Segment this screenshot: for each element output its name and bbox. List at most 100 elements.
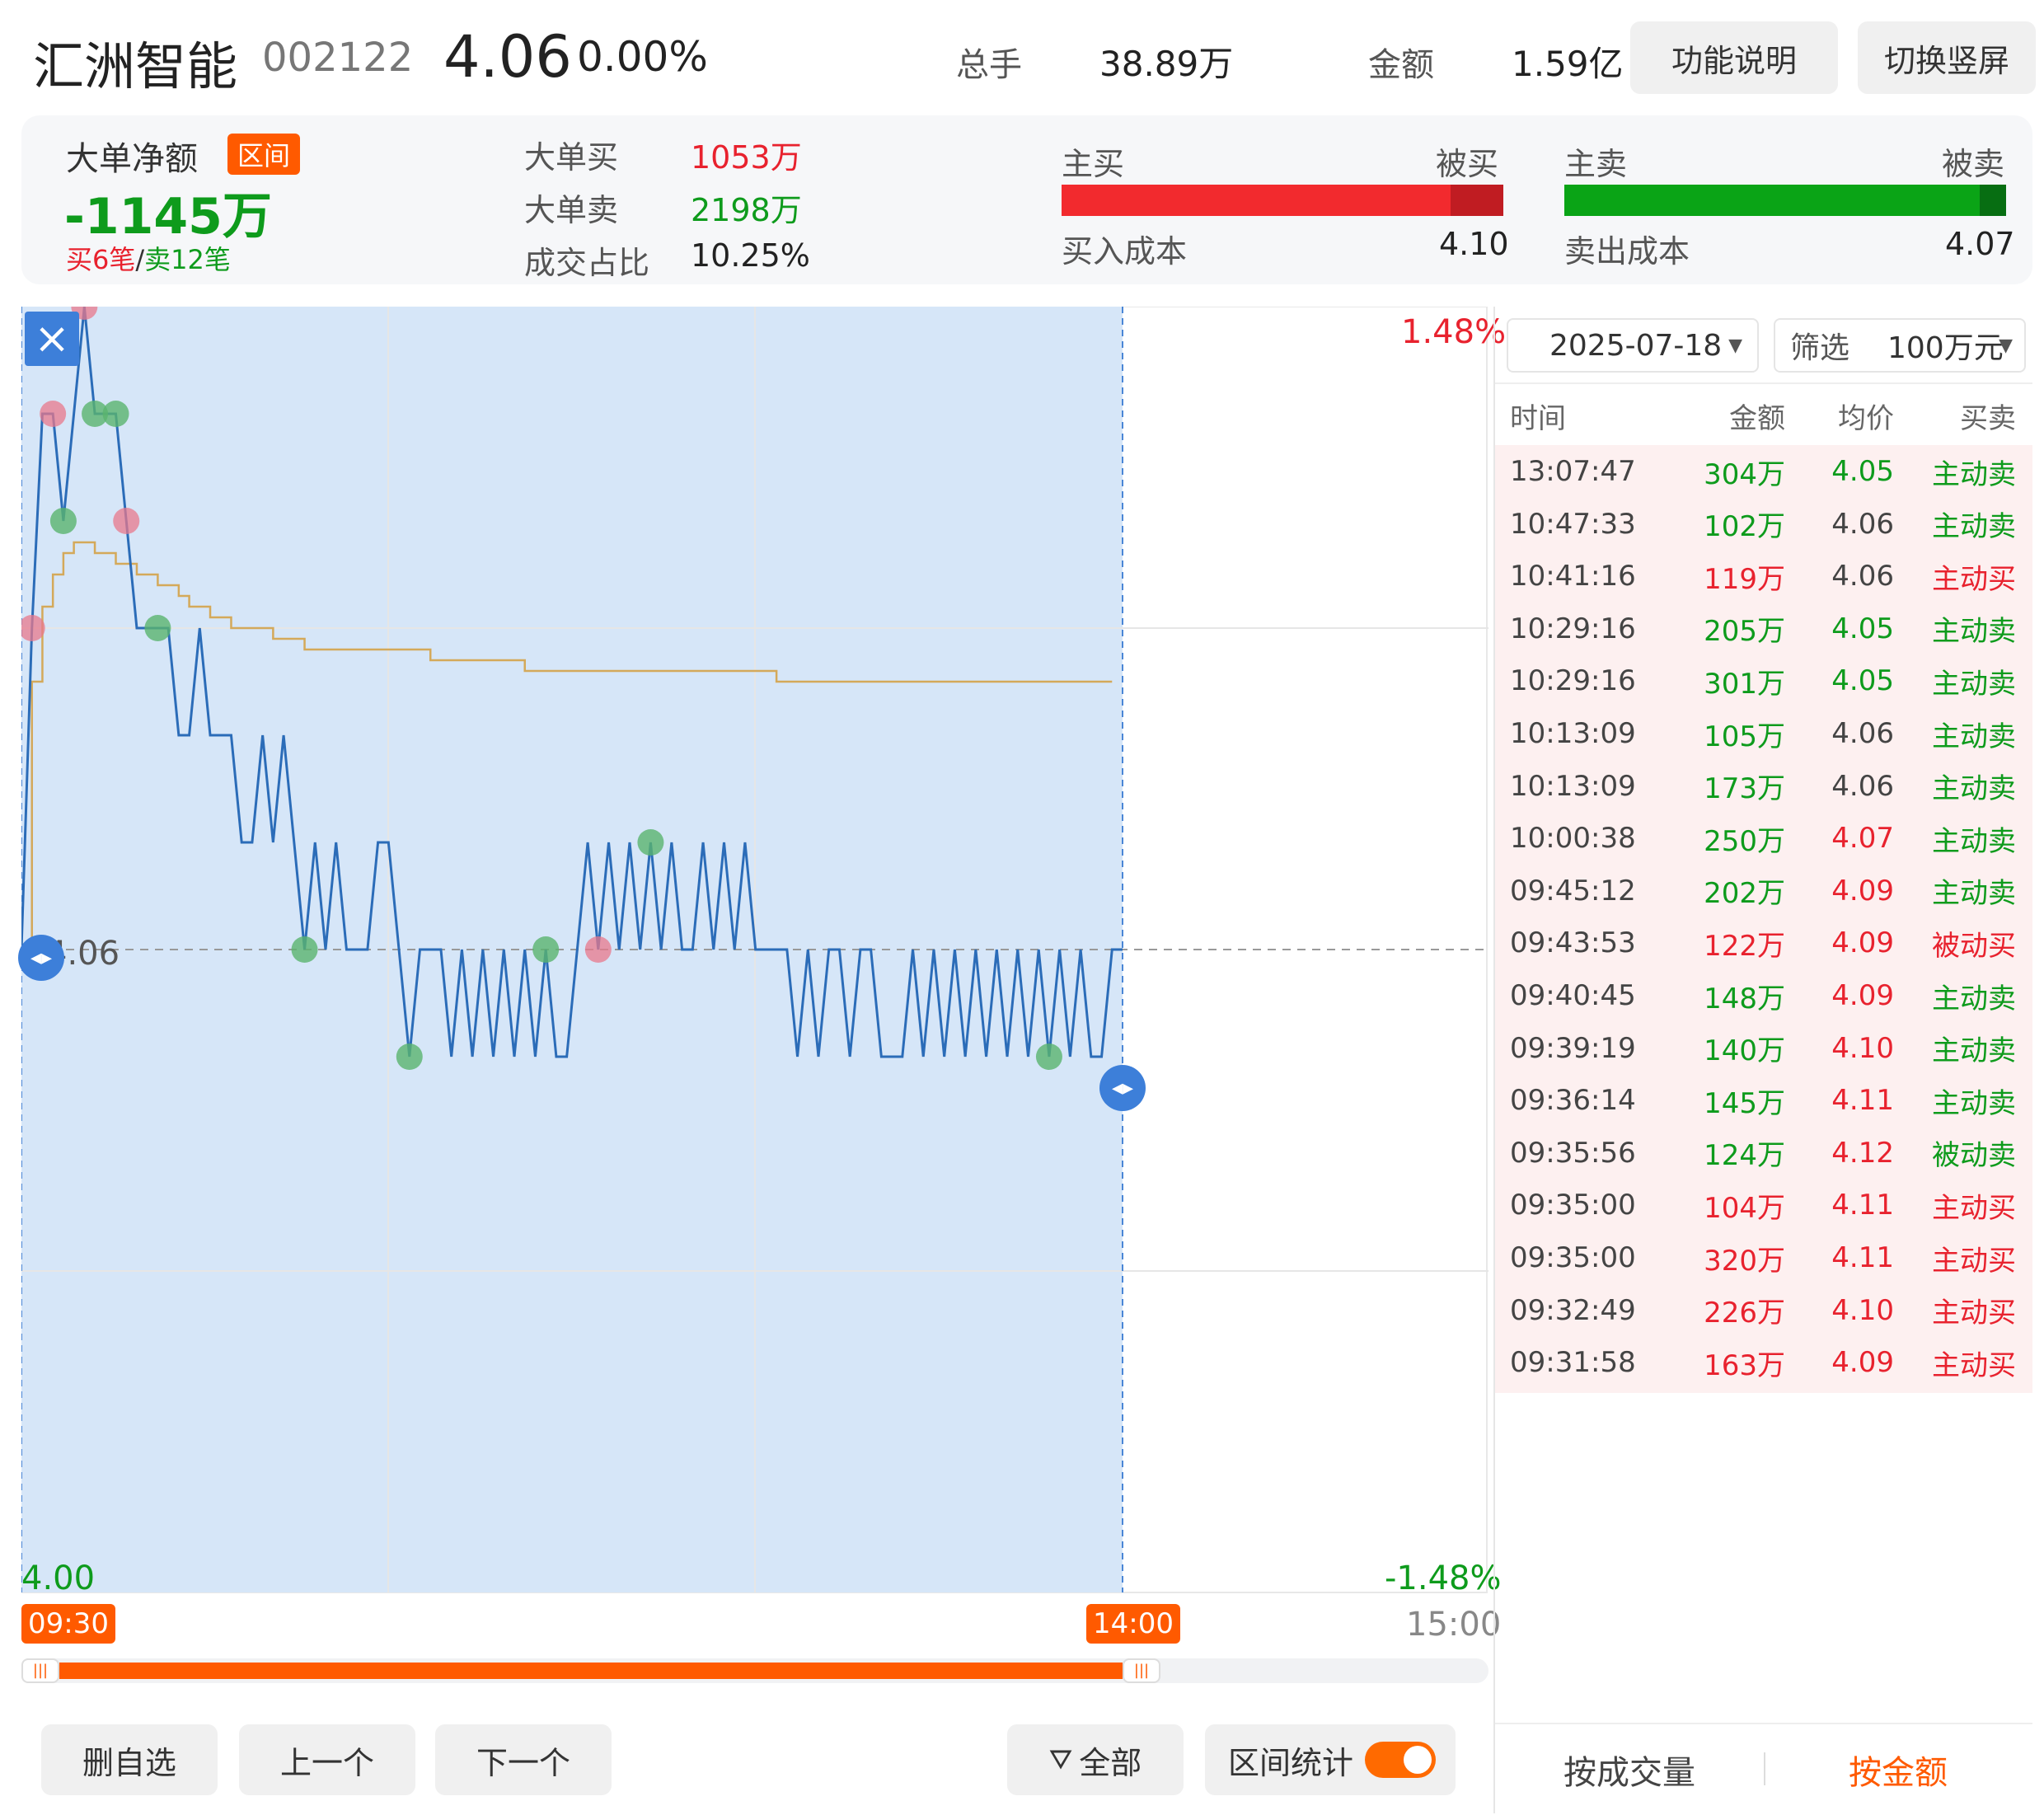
time-start-label: 09:30 bbox=[21, 1604, 115, 1644]
trade-amount: 102万 bbox=[1704, 510, 1785, 544]
buy-trade-marker bbox=[584, 936, 612, 963]
trade-row[interactable]: 10:00:38 250万 4.07 主动卖 bbox=[1495, 812, 2032, 865]
amount-filter-select[interactable]: 筛选 100万元 ▼ bbox=[1774, 318, 2026, 373]
trade-amount: 124万 bbox=[1704, 1139, 1785, 1173]
stats-panel: 大单净额 区间 -1145万 买6笔/卖12笔 大单买 1053万 大单卖 21… bbox=[21, 115, 2032, 284]
remove-watchlist-button[interactable]: 删自选 bbox=[41, 1724, 218, 1795]
passive-sell-label: 被卖 bbox=[1942, 146, 2005, 182]
trade-amount: 320万 bbox=[1704, 1244, 1785, 1278]
trade-amount: 163万 bbox=[1704, 1348, 1785, 1382]
trade-time: 09:31:58 bbox=[1510, 1346, 1636, 1380]
trade-avg-price: 4.11 bbox=[1831, 1084, 1894, 1118]
trade-avg-price: 4.06 bbox=[1831, 507, 1894, 541]
intraday-chart[interactable]: × 1.48% 4.06 4.00 -1.48% ◂▸ ◂▸ bbox=[18, 307, 1506, 1601]
tab-by-volume[interactable]: 按成交量 bbox=[1495, 1724, 1764, 1815]
right-range-handle-icon[interactable]: ◂▸ bbox=[1099, 1065, 1146, 1111]
trade-avg-price: 4.06 bbox=[1831, 717, 1894, 750]
net-amount-value: -1145万 bbox=[64, 188, 272, 246]
help-button[interactable]: 功能说明 bbox=[1630, 21, 1838, 94]
date-select[interactable]: 2025-07-18 ▼ bbox=[1507, 318, 1759, 373]
trade-avg-price: 4.11 bbox=[1831, 1241, 1894, 1274]
next-stock-button[interactable]: 下一个 bbox=[435, 1724, 612, 1795]
filter-value: 100万元 bbox=[1887, 331, 2004, 365]
trade-row[interactable]: 10:29:16 301万 4.05 主动卖 bbox=[1495, 654, 2032, 707]
low-price-label: 4.00 bbox=[21, 1559, 96, 1597]
trade-row[interactable]: 10:13:09 173万 4.06 主动卖 bbox=[1495, 760, 2032, 813]
trade-time: 10:41:16 bbox=[1510, 560, 1636, 593]
range-stats-label: 区间统计 bbox=[1228, 1744, 1354, 1781]
trade-avg-price: 4.07 bbox=[1831, 822, 1894, 856]
trade-row[interactable]: 10:47:33 102万 4.06 主动卖 bbox=[1495, 498, 2032, 551]
stock-code: 002122 bbox=[262, 35, 414, 81]
sell-cost-label: 卖出成本 bbox=[1564, 233, 1690, 270]
trade-row[interactable]: 10:41:16 119万 4.06 主动买 bbox=[1495, 550, 2032, 603]
trade-side: 主动卖 bbox=[1932, 772, 2016, 806]
big-buy-value: 1053万 bbox=[691, 139, 802, 176]
trade-time: 09:35:00 bbox=[1510, 1189, 1636, 1222]
trade-time: 10:00:38 bbox=[1510, 822, 1636, 856]
filter-label: 筛选 bbox=[1790, 331, 1850, 365]
trade-side: 主动买 bbox=[1932, 1297, 2016, 1330]
trade-row[interactable]: 09:39:19 140万 4.10 主动卖 bbox=[1495, 1022, 2032, 1075]
filter-all-button[interactable]: ⛛ 全部 bbox=[1007, 1724, 1184, 1795]
footer-toolbar: 删自选 上一个 下一个 ⛛ 全部 区间统计 bbox=[0, 1714, 1484, 1813]
trade-row[interactable]: 09:35:56 124万 4.12 被动卖 bbox=[1495, 1127, 2032, 1180]
trade-row[interactable]: 09:45:12 202万 4.09 主动卖 bbox=[1495, 865, 2032, 917]
trade-time: 09:35:00 bbox=[1510, 1241, 1636, 1274]
trade-row[interactable]: 09:36:14 145万 4.11 主动卖 bbox=[1495, 1074, 2032, 1127]
slider-right-grip-icon[interactable]: ||| bbox=[1123, 1658, 1160, 1683]
trade-amount: 122万 bbox=[1704, 929, 1785, 963]
buy-cost-label: 买入成本 bbox=[1062, 233, 1188, 270]
prev-stock-button[interactable]: 上一个 bbox=[239, 1724, 415, 1795]
time-selected-end-label: 14:00 bbox=[1086, 1604, 1180, 1644]
trade-time: 10:29:16 bbox=[1510, 612, 1636, 645]
trade-row[interactable]: 10:13:09 105万 4.06 主动卖 bbox=[1495, 707, 2032, 760]
trade-amount: 145万 bbox=[1704, 1086, 1785, 1120]
sell-trade-marker bbox=[1035, 1044, 1062, 1070]
sell-trade-marker bbox=[49, 508, 77, 534]
trade-avg-price: 4.10 bbox=[1831, 1031, 1894, 1065]
trade-time: 10:29:16 bbox=[1510, 664, 1636, 698]
sell-cost-value: 4.07 bbox=[1945, 226, 2015, 262]
active-sell-label: 主卖 bbox=[1564, 146, 1628, 182]
trade-amount: 301万 bbox=[1704, 667, 1785, 701]
buy-trade-marker bbox=[113, 508, 140, 534]
trade-row[interactable]: 09:31:58 163万 4.09 主动买 bbox=[1495, 1336, 2032, 1389]
trade-row[interactable]: 09:43:53 122万 4.09 被动买 bbox=[1495, 917, 2032, 969]
trade-side: 主动卖 bbox=[1932, 510, 2016, 544]
trade-avg-price: 4.09 bbox=[1831, 874, 1894, 908]
trade-row[interactable]: 09:40:45 148万 4.09 主动卖 bbox=[1495, 969, 2032, 1022]
col-side: 买卖 bbox=[1960, 401, 2016, 435]
date-value: 2025-07-18 bbox=[1549, 328, 1723, 363]
trade-amount: 173万 bbox=[1704, 772, 1785, 806]
range-stats-toggle[interactable]: 区间统计 bbox=[1205, 1724, 1456, 1795]
toggle-switch-icon[interactable] bbox=[1365, 1742, 1437, 1778]
trade-row[interactable]: 09:35:00 104万 4.11 主动买 bbox=[1495, 1179, 2032, 1231]
slider-left-grip-icon[interactable]: ||| bbox=[21, 1658, 59, 1683]
big-buy-label: 大单买 bbox=[524, 139, 619, 176]
tab-by-amount[interactable]: 按金额 bbox=[1764, 1724, 2032, 1815]
stock-price: 4.06 bbox=[443, 23, 572, 91]
trade-avg-price: 4.11 bbox=[1831, 1189, 1894, 1222]
trade-time: 09:36:14 bbox=[1510, 1084, 1636, 1118]
sell-trade-marker bbox=[102, 401, 129, 427]
ratio-value: 10.25% bbox=[691, 237, 810, 274]
trade-row[interactable]: 10:29:16 205万 4.05 主动卖 bbox=[1495, 603, 2032, 655]
sell-trade-marker bbox=[291, 936, 318, 963]
sell-ratio-bar bbox=[1564, 185, 2006, 216]
trade-row[interactable]: 09:35:00 320万 4.11 主动买 bbox=[1495, 1231, 2032, 1284]
trade-row[interactable]: 09:32:49 226万 4.10 主动买 bbox=[1495, 1284, 2032, 1337]
chart-svg[interactable] bbox=[21, 307, 1488, 1601]
switch-orientation-button[interactable]: 切换竖屏 bbox=[1858, 21, 2036, 94]
trade-row[interactable]: 13:07:47 304万 4.05 主动卖 bbox=[1495, 445, 2032, 498]
time-range-slider[interactable]: ||| ||| bbox=[21, 1658, 1488, 1683]
trade-time: 13:07:47 bbox=[1510, 455, 1636, 488]
trade-side: 主动卖 bbox=[1932, 824, 2016, 858]
buy-trade-marker bbox=[40, 401, 67, 427]
left-range-handle-icon[interactable]: ◂▸ bbox=[18, 935, 64, 981]
close-selection-icon[interactable]: × bbox=[25, 312, 79, 366]
trade-avg-price: 4.09 bbox=[1831, 979, 1894, 1012]
amount-label: 金额 bbox=[1368, 46, 1434, 84]
buy-ratio-fill bbox=[1062, 185, 1451, 216]
filter-funnel-icon: ⛛ bbox=[1048, 1743, 1073, 1776]
